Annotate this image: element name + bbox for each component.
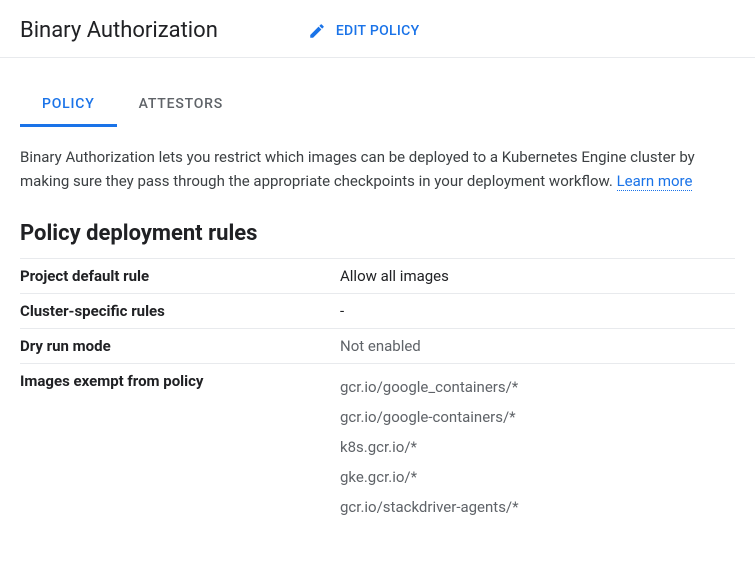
rule-label: Dry run mode: [20, 329, 340, 364]
list-item: k8s.gcr.io/*: [340, 432, 735, 462]
page-title: Binary Authorization: [20, 18, 218, 43]
tab-attestors[interactable]: ATTESTORS: [117, 86, 245, 127]
edit-policy-button[interactable]: EDIT POLICY: [308, 22, 420, 40]
list-item: gcr.io/stackdriver-agents/*: [340, 492, 735, 522]
exempt-images-list: gcr.io/google_containers/* gcr.io/google…: [340, 372, 735, 522]
rule-label: Images exempt from policy: [20, 364, 340, 531]
tabs: POLICY ATTESTORS: [0, 86, 755, 127]
rule-value: -: [340, 294, 735, 329]
description: Binary Authorization lets you restrict w…: [0, 127, 755, 193]
edit-policy-label: EDIT POLICY: [336, 23, 420, 39]
section-title: Policy deployment rules: [0, 193, 755, 258]
learn-more-link[interactable]: Learn more: [617, 172, 693, 191]
pencil-icon: [308, 22, 326, 40]
list-item: gke.gcr.io/*: [340, 462, 735, 492]
rule-value: Not enabled: [340, 329, 735, 364]
rule-label: Cluster-specific rules: [20, 294, 340, 329]
list-item: gcr.io/google_containers/*: [340, 372, 735, 402]
rule-label: Project default rule: [20, 259, 340, 294]
tab-policy[interactable]: POLICY: [20, 86, 117, 127]
table-row: Project default rule Allow all images: [20, 259, 735, 294]
rule-value: Allow all images: [340, 259, 735, 294]
page-header: Binary Authorization EDIT POLICY: [0, 0, 755, 58]
rule-value: gcr.io/google_containers/* gcr.io/google…: [340, 364, 735, 531]
list-item: gcr.io/google-containers/*: [340, 402, 735, 432]
table-row: Images exempt from policy gcr.io/google_…: [20, 364, 735, 531]
description-text: Binary Authorization lets you restrict w…: [20, 148, 695, 190]
table-row: Dry run mode Not enabled: [20, 329, 735, 364]
rules-table: Project default rule Allow all images Cl…: [20, 258, 735, 530]
table-row: Cluster-specific rules -: [20, 294, 735, 329]
